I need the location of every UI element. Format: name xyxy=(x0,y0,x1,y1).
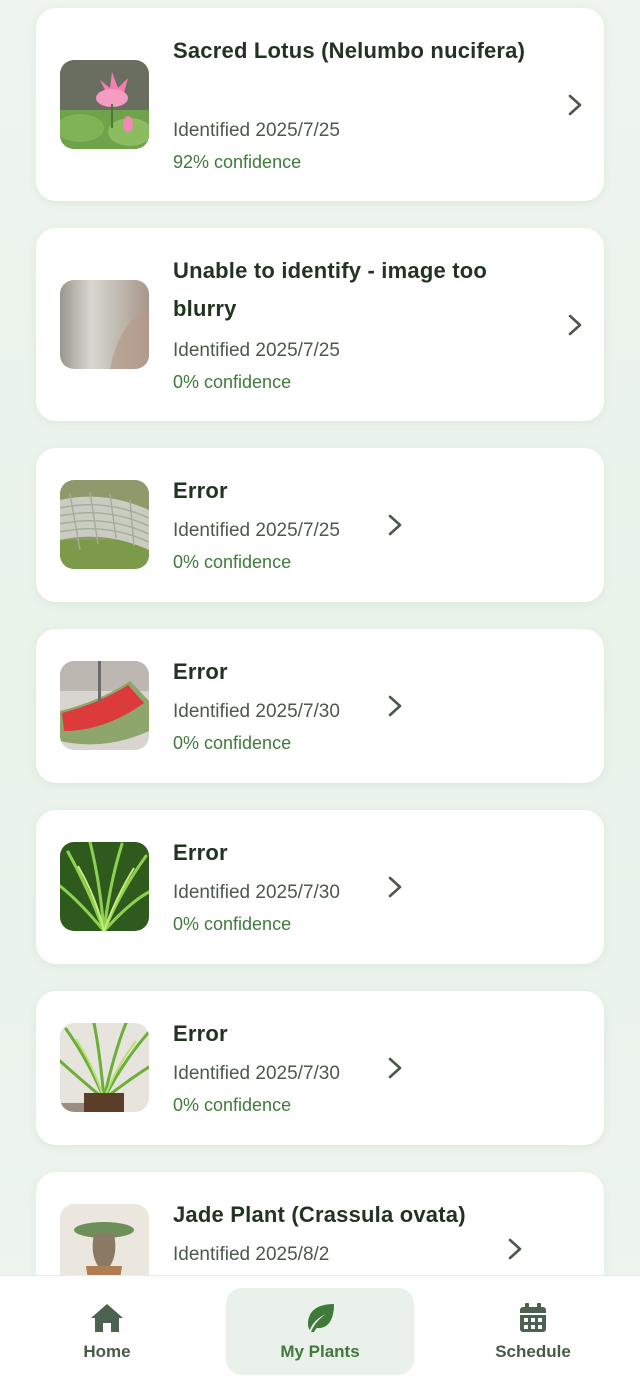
plant-card-error[interactable]: Error Identified 2025/7/30 0% confidence xyxy=(36,810,604,964)
calendar-icon xyxy=(515,1302,551,1334)
plant-name: Error xyxy=(173,659,228,684)
nav-home-label: Home xyxy=(83,1342,131,1361)
plant-card-sacred-lotus[interactable]: Sacred Lotus (Nelumbo nucifera) Identifi… xyxy=(36,8,604,201)
confidence-text: 0% confidence xyxy=(173,914,292,934)
identified-date: Identified 2025/7/30 xyxy=(173,1063,340,1084)
plant-name: Error xyxy=(173,478,228,503)
plant-name: Unable to identify - image too blurry xyxy=(173,258,488,321)
leaf-icon xyxy=(302,1302,338,1334)
identified-date: Identified 2025/7/30 xyxy=(173,882,340,903)
nav-my-plants[interactable]: My Plants xyxy=(226,1288,414,1375)
nav-my-plants-label: My Plants xyxy=(280,1342,360,1361)
confidence-text: 0% confidence xyxy=(173,372,292,392)
nav-schedule-label: Schedule xyxy=(495,1342,571,1361)
identified-date: Identified 2025/7/25 xyxy=(173,340,340,361)
plant-card-unidentified[interactable]: Unable to identify - image too blurry Id… xyxy=(36,228,604,421)
chevron-right-icon xyxy=(506,1238,524,1260)
plant-thumbnail xyxy=(60,1204,149,1275)
bottom-navigation: Home My Plants Schedule xyxy=(0,1275,640,1387)
plant-thumbnail xyxy=(60,842,149,931)
plant-card-jade-plant[interactable]: Jade Plant (Crassula ovata) Identified 2… xyxy=(36,1172,604,1275)
chevron-right-icon xyxy=(566,94,584,116)
plant-card-error[interactable]: Error Identified 2025/7/30 0% confidence xyxy=(36,629,604,783)
nav-home[interactable]: Home xyxy=(12,1288,202,1375)
confidence-text: 0% confidence xyxy=(173,1095,292,1115)
chevron-right-icon xyxy=(386,514,404,536)
nav-schedule[interactable]: Schedule xyxy=(438,1288,628,1375)
chevron-right-icon xyxy=(386,695,404,717)
chevron-right-icon xyxy=(566,314,584,336)
plant-name: Sacred Lotus (Nelumbo nucifera) xyxy=(173,38,526,63)
plant-name: Error xyxy=(173,1021,228,1046)
identified-date: Identified 2025/7/25 xyxy=(173,120,340,141)
chevron-right-icon xyxy=(386,1057,404,1079)
house-icon xyxy=(89,1302,125,1334)
plant-thumbnail xyxy=(60,661,149,750)
chevron-right-icon xyxy=(386,876,404,898)
plant-thumbnail xyxy=(60,280,149,369)
confidence-text: 92% confidence xyxy=(173,152,302,172)
confidence-text: 0% confidence xyxy=(173,733,292,753)
plant-name: Error xyxy=(173,840,228,865)
plant-thumbnail xyxy=(60,480,149,569)
plant-thumbnail xyxy=(60,1023,149,1112)
plant-name: Jade Plant (Crassula ovata) xyxy=(173,1202,466,1227)
plant-card-error[interactable]: Error Identified 2025/7/30 0% confidence xyxy=(36,991,604,1145)
plant-card-error[interactable]: Error Identified 2025/7/25 0% confidence xyxy=(36,448,604,602)
identified-date: Identified 2025/7/30 xyxy=(173,701,340,722)
plant-history-list: Sacred Lotus (Nelumbo nucifera) Identifi… xyxy=(0,0,640,1275)
identified-date: Identified 2025/8/2 xyxy=(173,1244,330,1265)
plant-thumbnail xyxy=(60,60,149,149)
confidence-text: 0% confidence xyxy=(173,552,292,572)
identified-date: Identified 2025/7/25 xyxy=(173,520,340,541)
